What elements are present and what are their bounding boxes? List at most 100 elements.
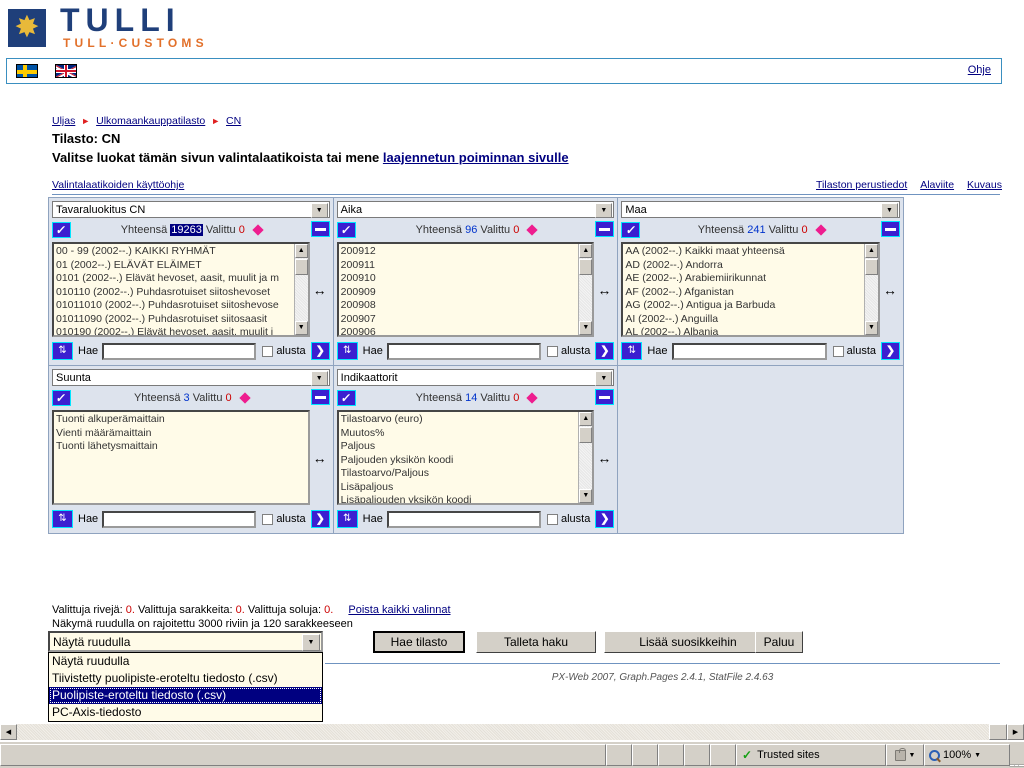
info-diamond-icon[interactable] — [252, 223, 264, 236]
info-diamond-icon[interactable] — [815, 223, 827, 236]
horizontal-scrollbar[interactable]: ◀ ▶ — [0, 723, 1024, 740]
chevron-down-icon[interactable]: ▼ — [310, 371, 328, 386]
chevron-down-icon[interactable]: ▼ — [595, 203, 613, 218]
protected-mode-indicator[interactable]: ▼ — [886, 744, 924, 766]
list-item[interactable]: 200910 — [341, 272, 593, 286]
chevron-down-icon[interactable]: ▼ — [881, 203, 899, 218]
sort-updown-icon[interactable]: ⇅ — [336, 510, 358, 528]
link-tilaston-perustiedot[interactable]: Tilaston perustiedot — [816, 179, 907, 191]
search-input[interactable] — [386, 342, 541, 360]
help-link-top[interactable]: Ohje — [968, 64, 991, 76]
selection-help-link[interactable]: Valintalaatikoiden käyttöohje — [52, 179, 184, 191]
scroll-left-arrow-icon[interactable]: ◀ — [0, 724, 17, 740]
reset-checkbox[interactable] — [262, 345, 274, 357]
reset-checkbox-wrap[interactable]: alusta — [546, 345, 590, 357]
list-item[interactable]: AG (2002--.) Antigua ja Barbuda — [625, 299, 878, 313]
collapse-button[interactable] — [310, 221, 330, 237]
tulli-logo[interactable]: ✸ TULLI TULL·CUSTOMS — [8, 4, 208, 51]
resize-grip-icon[interactable] — [1009, 744, 1024, 766]
list-item[interactable]: 200907 — [341, 313, 593, 327]
chevron-down-icon[interactable]: ▼ — [909, 752, 916, 759]
list-item[interactable]: Muutos% — [341, 427, 593, 441]
list-item[interactable]: AL (2002--.) Albania — [625, 326, 878, 335]
info-diamond-icon[interactable] — [526, 223, 539, 236]
horizontal-resize-icon[interactable]: ↔ — [310, 282, 330, 298]
select-all-button[interactable]: ✓ — [336, 221, 356, 238]
chevron-down-icon[interactable]: ▼ — [974, 752, 981, 759]
scrollbar-thumb[interactable] — [294, 259, 308, 275]
link-alaviite[interactable]: Alaviite — [920, 179, 954, 191]
variable-listbox[interactable]: 200912 200911 200910 200909 200908 20090… — [336, 242, 595, 337]
scrollbar-thumb[interactable] — [989, 724, 1007, 740]
scroll-up-arrow-icon[interactable]: ▲ — [579, 244, 593, 258]
fetch-statistics-button[interactable]: Hae tilasto — [373, 631, 465, 653]
output-format-option[interactable]: Tiivistetty puolipiste-eroteltu tiedosto… — [49, 670, 322, 687]
link-kuvaus[interactable]: Kuvaus — [967, 179, 1002, 191]
scrollbar-thumb[interactable] — [865, 259, 879, 275]
list-item[interactable]: 00 - 99 (2002--.) KAIKKI RYHMÄT — [56, 245, 308, 259]
output-format-option[interactable]: Näytä ruudulla — [49, 653, 322, 670]
output-format-option[interactable]: PC-Axis-tiedosto — [49, 704, 322, 721]
search-go-arrow-icon[interactable]: ❯ — [881, 342, 901, 360]
reset-checkbox[interactable] — [832, 345, 844, 357]
list-item[interactable]: Tilastoarvo/Paljous — [341, 467, 593, 481]
list-item[interactable]: AE (2002--.) Arabiemiirikunnat — [625, 272, 878, 286]
list-item[interactable]: 200908 — [341, 299, 593, 313]
collapse-button[interactable] — [881, 221, 901, 237]
search-input[interactable] — [102, 342, 257, 360]
scrollbar-thumb[interactable] — [579, 259, 593, 275]
search-go-arrow-icon[interactable]: ❯ — [310, 342, 330, 360]
select-all-button[interactable]: ✓ — [52, 221, 71, 238]
variable-dropdown[interactable]: Tavaraluokitus CN ▼ — [52, 201, 330, 218]
sort-updown-icon[interactable]: ⇅ — [52, 342, 73, 360]
sort-updown-icon[interactable]: ⇅ — [52, 510, 73, 528]
info-diamond-icon[interactable] — [239, 391, 251, 404]
scroll-up-arrow-icon[interactable]: ▲ — [294, 244, 308, 258]
search-go-arrow-icon[interactable]: ❯ — [595, 510, 615, 528]
list-item[interactable]: AI (2002--.) Anguilla — [625, 313, 878, 327]
collapse-button[interactable] — [310, 389, 330, 405]
variable-listbox[interactable]: AA (2002--.) Kaikki maat yhteensä AD (20… — [621, 242, 881, 337]
scroll-down-arrow-icon[interactable]: ▼ — [579, 489, 593, 503]
list-item[interactable]: Lisäpaljouden yksikön koodi — [341, 494, 593, 503]
list-item[interactable]: 200912 — [341, 245, 593, 259]
info-diamond-icon[interactable] — [526, 391, 539, 404]
zoom-control[interactable]: 100% ▼ — [924, 744, 1010, 766]
collapse-button[interactable] — [595, 389, 615, 405]
sort-updown-icon[interactable]: ⇅ — [621, 342, 643, 360]
search-input[interactable] — [386, 510, 541, 528]
variable-listbox[interactable]: Tilastoarvo (euro) Muutos% Paljous Paljo… — [336, 410, 595, 505]
breadcrumb-item-uljas[interactable]: Uljas — [52, 115, 75, 127]
scrollbar-thumb[interactable] — [579, 427, 593, 443]
list-item[interactable]: Paljous — [341, 440, 593, 454]
output-format-select[interactable]: Näytä ruudulla ▼ — [48, 631, 323, 652]
select-all-button[interactable]: ✓ — [52, 389, 71, 406]
variable-dropdown[interactable]: Aika ▼ — [336, 201, 615, 218]
scroll-down-arrow-icon[interactable]: ▼ — [294, 321, 308, 335]
list-item[interactable]: 01 (2002--.) ELÄVÄT ELÄIMET — [56, 259, 308, 273]
scroll-down-arrow-icon[interactable]: ▼ — [865, 321, 879, 335]
variable-dropdown[interactable]: Indikaattorit ▼ — [336, 369, 615, 386]
breadcrumb-item-ulkomaankauppatilasto[interactable]: Ulkomaankauppatilasto — [96, 115, 205, 127]
list-item[interactable]: 010110 (2002--.) Puhdasrotuiset siitoshe… — [56, 286, 308, 300]
horizontal-resize-icon[interactable]: ↔ — [594, 450, 614, 466]
collapse-button[interactable] — [595, 221, 615, 237]
list-item[interactable]: Vienti määrämaittain — [56, 427, 308, 441]
list-item[interactable]: AF (2002--.) Afganistan — [625, 286, 878, 300]
list-item[interactable]: 01011090 (2002--.) Puhdasrotuiset siitos… — [56, 313, 308, 327]
add-favorite-button[interactable]: Lisää suosikkeihin — [604, 631, 772, 653]
search-go-arrow-icon[interactable]: ❯ — [310, 510, 330, 528]
reset-checkbox-wrap[interactable]: alusta — [546, 513, 590, 525]
scroll-down-arrow-icon[interactable]: ▼ — [579, 321, 593, 335]
reset-checkbox-wrap[interactable]: alusta — [832, 345, 876, 357]
list-item[interactable]: 010190 (2002--.) Elävät hevoset, aasit, … — [56, 326, 308, 335]
reset-checkbox[interactable] — [546, 513, 558, 525]
variable-listbox[interactable]: 00 - 99 (2002--.) KAIKKI RYHMÄT 01 (2002… — [52, 242, 310, 337]
sort-updown-icon[interactable]: ⇅ — [336, 342, 358, 360]
select-all-button[interactable]: ✓ — [621, 221, 641, 238]
scroll-up-arrow-icon[interactable]: ▲ — [579, 412, 593, 426]
search-input[interactable] — [671, 342, 827, 360]
back-button[interactable]: Paluu — [755, 631, 803, 653]
list-item[interactable]: 200906 — [341, 326, 593, 335]
list-item[interactable]: Lisäpaljous — [341, 481, 593, 495]
